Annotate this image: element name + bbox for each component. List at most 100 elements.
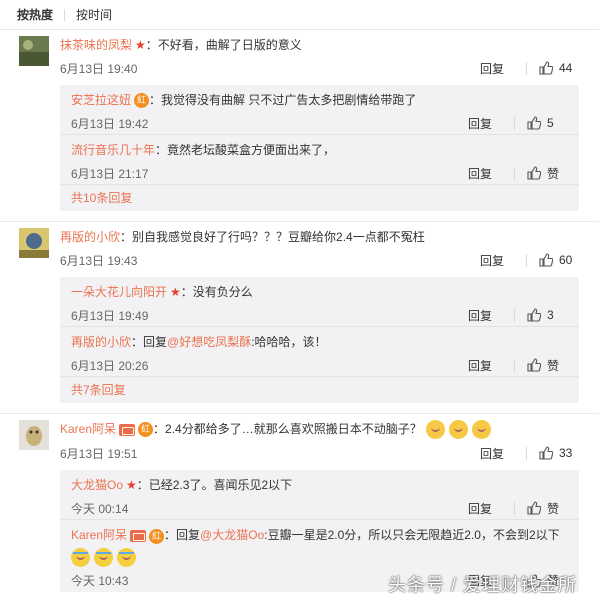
comment-time: 6月13日 19:51 [60,446,138,461]
username-link[interactable]: 再版的小欣 [71,335,131,349]
watermark: 头条号 / 爱理财钱金所 [387,575,577,595]
comment-body: 再版的小欣：别自我感觉良好了行吗？？？豆瓣给你2.4一点都不冤枉 [60,228,599,246]
sort-by-time-tab[interactable]: 按时间 [76,6,112,23]
divider [526,61,527,75]
mention-link[interactable]: @大龙猫Oo [200,528,264,542]
reply-button[interactable]: 回复 [468,165,514,182]
divider [64,8,66,21]
reply-text-continued: :豆瓣一星是2.0分，所以只会无限趋近2.0，不会到2以下 [264,528,560,543]
like-count: 5 [547,116,554,130]
thumbs-up-icon [539,61,553,75]
laugh-cry-emoji-icon [94,547,113,567]
reply-time: 6月13日 20:26 [71,358,149,373]
reply-text: ：竟然老坛酸菜盒方便面出来了， [155,143,336,157]
more-replies-link[interactable]: 共7条回复 [60,377,579,403]
reply-button[interactable]: 回复 [480,445,526,462]
vip-badge-icon [119,423,136,436]
laugh-cry-emoji-icon [71,547,90,567]
star-badge-icon: ★ [126,478,137,493]
thumbs-up-icon [539,446,553,460]
verified-badge-icon: 紅 [149,528,165,544]
comment-body: Karen阿呆 紅：2.4分都给多了…就那么喜欢照搬日本不动脑子？ [60,420,599,440]
divider [514,116,515,130]
like-count: 赞 [547,501,560,516]
laugh-cry-emoji-icon [117,547,136,567]
reply-time: 6月13日 21:17 [71,166,149,181]
reply-item: 流行音乐几十年：竟然老坛酸菜盒方便面出来了， 6月13日 21:17 回复 赞 [60,135,579,185]
smile-emoji-icon [425,420,445,440]
username-link[interactable]: 一朵大花儿向阳开 [71,285,167,299]
comment-text: ：2.4分都给多了…就那么喜欢照搬日本不动脑子？ [153,422,422,436]
reply-item: 一朵大花儿向阳开 ★：没有负分么 6月13日 19:49 回复 3 [60,277,579,327]
username-link[interactable]: 抹茶味的凤梨 [60,38,132,52]
smile-emoji-icon [448,420,468,440]
avatar[interactable] [19,36,49,66]
more-replies-link[interactable]: 共10条回复 [60,185,579,211]
username-link[interactable]: 大龙猫Oo [71,478,123,492]
like-count: 赞 [547,358,560,373]
like-button[interactable]: 赞 [527,500,567,517]
reply-time: 6月13日 19:42 [71,116,149,131]
comment-text: ：别自我感觉良好了行吗？？？豆瓣给你2.4一点都不冤枉 [120,230,425,244]
divider [514,166,515,180]
divider [514,501,515,515]
like-button[interactable]: 60 [539,253,579,267]
reply-button[interactable]: 回复 [468,307,514,324]
reply-item: 大龙猫Oo ★：已经2.3了。喜闻乐见2以下 今天 00:14 回复 赞 [60,470,579,521]
comment-item: Karen阿呆紅：2.4分都给多了…就那么喜欢照搬日本不动脑子？ 6月13日 1… [0,414,599,592]
like-button[interactable]: 5 [527,116,567,130]
reply-time: 今天 00:14 [71,501,129,516]
verified-badge-icon: 紅 [138,422,154,438]
like-button[interactable]: 赞 [527,165,567,182]
username-link[interactable]: 流行音乐几十年 [71,143,155,157]
comment-item: 抹茶味的凤梨 ★：不好看，曲解了日版的意义 6月13日 19:40 回复 44 安… [0,30,599,222]
username-link[interactable]: Karen阿呆 [71,528,127,542]
mention-link[interactable]: @好想吃凤梨酥 [167,335,251,349]
comment-item: 再版的小欣：别自我感觉良好了行吗？？？豆瓣给你2.4一点都不冤枉 6月13日 1… [0,222,599,414]
reply-button[interactable]: 回复 [468,115,514,132]
like-count: 60 [559,253,573,267]
avatar[interactable] [19,228,49,258]
reply-text: ：没有负分么 [180,285,253,299]
vip-badge-icon [130,530,147,543]
reply-item: 安芝拉这妞紅：我觉得没有曲解 只不过广告太多把剧情给带跑了 6月13日 19:4… [60,85,579,135]
thumbs-up-icon [527,358,541,372]
username-link[interactable]: 安芝拉这妞 [71,93,131,107]
username-link[interactable]: 再版的小欣 [60,230,120,244]
divider [526,253,527,267]
comment-body: 抹茶味的凤梨 ★：不好看，曲解了日版的意义 [60,36,599,54]
reply-item: 再版的小欣：回复@好想吃凤梨酥:哈哈哈，该！ 6月13日 20:26 回复 赞 [60,327,579,377]
reply-button[interactable]: 回复 [468,357,514,374]
divider [514,308,515,322]
reply-button[interactable]: 回复 [468,500,514,517]
divider [526,446,527,460]
comment-time: 6月13日 19:40 [60,61,138,76]
star-badge-icon: ★ [135,38,146,52]
divider [514,358,515,372]
thumbs-up-icon [539,253,553,267]
reply-text: ：回复 [164,528,201,543]
thumbs-up-icon [527,501,541,515]
like-count: 3 [547,308,554,322]
reply-text: ：我觉得没有曲解 只不过广告太多把剧情给带跑了 [149,93,417,107]
like-count: 44 [559,61,573,75]
reply-button[interactable]: 回复 [480,252,526,269]
reply-text-continued: :哈哈哈，该！ [251,335,327,349]
smile-emoji-icon [471,420,491,440]
like-button[interactable]: 33 [539,446,579,460]
comment-time: 6月13日 19:43 [60,253,138,268]
verified-badge-icon: 紅 [134,93,150,109]
thumbs-up-icon [527,308,541,322]
username-link[interactable]: Karen阿呆 [60,422,116,436]
avatar[interactable] [19,420,49,450]
star-badge-icon: ★ [170,285,181,299]
like-button[interactable]: 44 [539,61,579,75]
like-button[interactable]: 赞 [527,357,567,374]
reply-button[interactable]: 回复 [480,60,526,77]
like-count: 33 [559,446,573,461]
like-button[interactable]: 3 [527,308,567,322]
thumbs-up-icon [527,116,541,130]
sort-bar: 按热度 按时间 [0,0,599,30]
like-count: 赞 [547,166,560,181]
sort-by-hot-tab[interactable]: 按热度 [17,6,53,23]
